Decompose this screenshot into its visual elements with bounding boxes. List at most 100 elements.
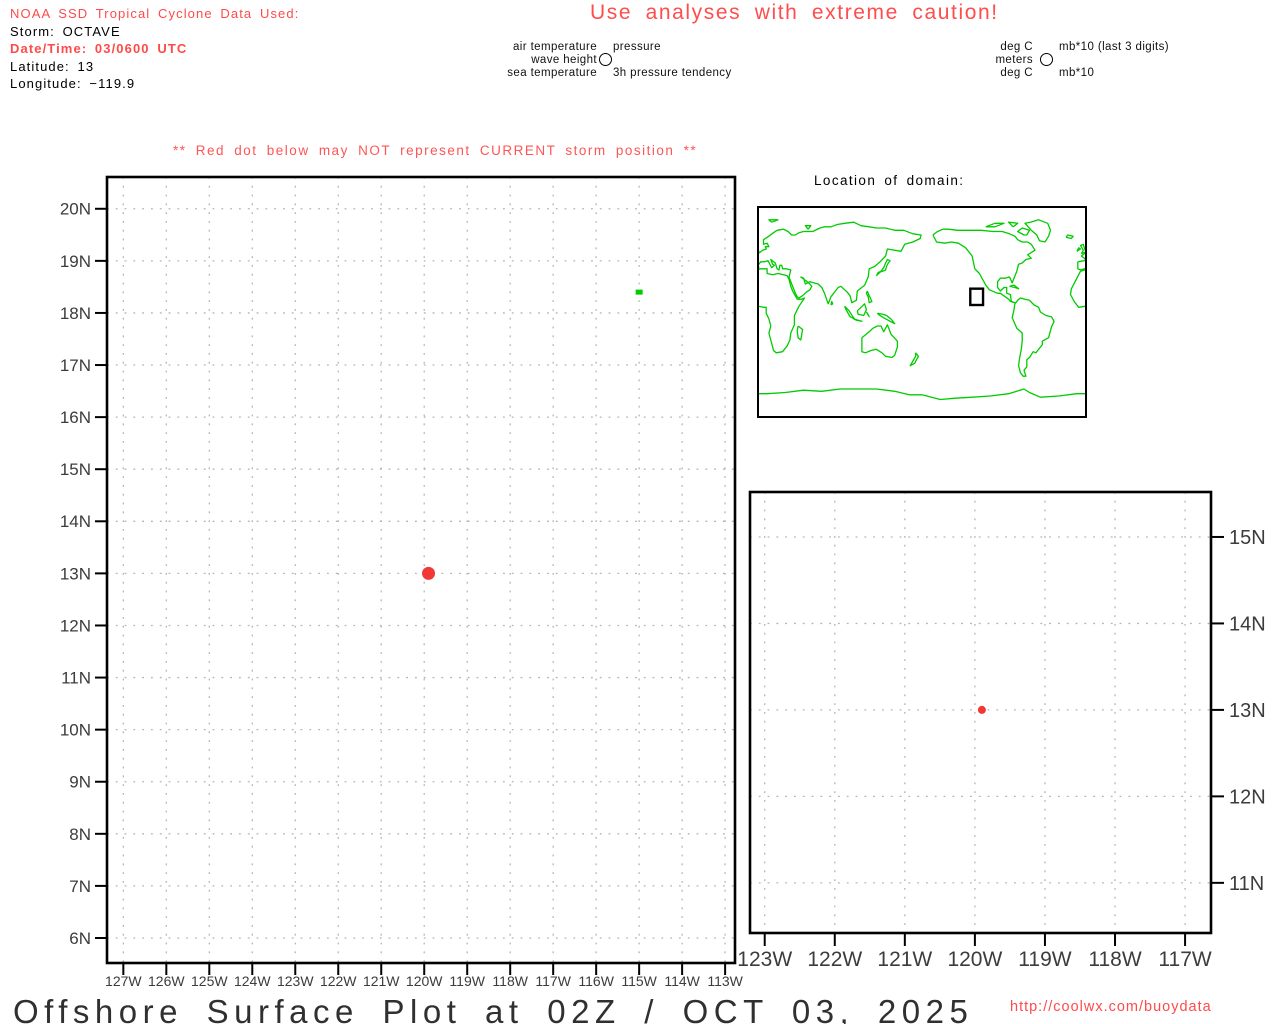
legend-row: deg C mb*10 (last 3 digits) (958, 40, 1169, 53)
coastline (768, 219, 779, 223)
x-axis-label: 117W (535, 973, 571, 989)
coastline (1017, 227, 1031, 236)
coastline (1009, 284, 1020, 290)
coastline (1011, 297, 1055, 377)
legend-row: deg C mb*10 (958, 66, 1169, 79)
legend-air-temperature: air temperature (513, 40, 597, 53)
legend-unit-meters: meters (995, 53, 1033, 66)
domain-location-box (969, 287, 985, 307)
coastline (1190, 325, 1226, 358)
coastline (1125, 326, 1130, 340)
coastline (856, 303, 868, 317)
coastline (1173, 306, 1183, 319)
legend-pressure: pressure (613, 40, 661, 53)
x-axis-label: 113W (707, 973, 743, 989)
y-axis-label: 12N (60, 616, 91, 635)
y-axis-label: 6N (69, 929, 91, 948)
storm-info-latitude: Latitude: 13 (10, 58, 95, 74)
storm-position-dot (977, 705, 986, 714)
x-axis-label: 123W (277, 973, 314, 989)
y-axis-label: 11N (61, 669, 91, 688)
world-map (605, 219, 1226, 401)
coastline (658, 223, 676, 227)
x-axis-label: 122W (807, 948, 862, 971)
legend-unit-mb10-digits: mb*10 (last 3 digits) (1059, 40, 1170, 53)
coastline (1069, 268, 1086, 308)
coastline (697, 220, 723, 242)
coastline (909, 352, 920, 367)
x-axis-label: 121W (877, 948, 932, 971)
x-axis-label: 122W (320, 973, 357, 989)
coastline (1077, 252, 1086, 271)
x-axis-label: 125W (191, 973, 228, 989)
coastline (830, 300, 834, 306)
coastline (682, 285, 691, 289)
x-axis-label: 118W (1088, 948, 1141, 971)
world-map-border (757, 206, 1087, 418)
coastline (875, 258, 891, 277)
map-inset-title: Location of domain: (814, 173, 965, 188)
x-axis-label: 115W (621, 973, 657, 989)
coastline (865, 311, 870, 318)
coastline (1159, 302, 1161, 306)
coastline (738, 235, 745, 239)
page-title: Offshore Surface Plot at 02Z / OCT 03, 2… (13, 993, 974, 1024)
x-axis-label: 119W (449, 973, 485, 989)
station-legend-units: deg C mb*10 (last 3 digits) meters deg C… (958, 40, 1169, 79)
y-axis-label: 18N (60, 304, 91, 323)
legend-unit-mb10: mb*10 (1059, 66, 1095, 79)
legend-sea-temperature: sea temperature (507, 66, 597, 79)
legend-unit-degc-bottom: deg C (1000, 66, 1033, 79)
storm-info-name: Storm: OCTAVE (10, 23, 121, 39)
coastline (1182, 319, 1190, 321)
storm-info-source: NOAA SSD Tropical Cyclone Data Used: (10, 6, 300, 21)
coastline (1097, 220, 1106, 222)
station-legend-parameters: air temperature pressure wave height sea… (467, 40, 732, 79)
legend-row: air temperature pressure (467, 40, 732, 53)
y-axis-label: 19N (60, 252, 91, 271)
coastline (1133, 226, 1138, 230)
y-axis-label: 14N (60, 512, 91, 531)
coastline (1194, 312, 1197, 317)
coastline (985, 222, 1005, 228)
coastline (749, 248, 753, 252)
storm-position-warning: ** Red dot below may NOT represent CURRE… (173, 143, 698, 158)
coastline (876, 312, 896, 325)
y-axis-label: 13N (1229, 700, 1266, 722)
y-axis-label: 17N (60, 356, 91, 375)
coastline (865, 290, 873, 304)
x-axis-label: 123W (737, 948, 792, 971)
coastline (861, 324, 899, 359)
coastline (758, 268, 806, 354)
x-axis-label: 120W (406, 973, 443, 989)
x-axis-label: 127W (105, 973, 142, 989)
coastline (684, 298, 726, 376)
coastline (605, 229, 707, 303)
y-axis-label: 8N (69, 825, 91, 844)
x-axis-label: 121W (363, 973, 400, 989)
coastline (1205, 313, 1222, 324)
storm-info-block: NOAA SSD Tropical Cyclone Data Used: Sto… (10, 5, 299, 93)
coastline (758, 221, 922, 305)
legend-unit-degc-top: deg C (1000, 40, 1033, 53)
station-circle-icon (1039, 53, 1053, 66)
y-axis-label: 20N (60, 200, 91, 219)
x-axis-label: 120W (947, 948, 1002, 971)
legend-spacer (597, 53, 613, 66)
coastline (1204, 260, 1218, 276)
coastline (796, 325, 804, 341)
storm-position-dot (422, 566, 436, 580)
x-axis-label: 124W (234, 973, 271, 989)
x-axis-label: 116W (578, 973, 614, 989)
y-axis-label: 7N (69, 877, 91, 896)
buoydata-link[interactable]: http://coolwx.com/buoydata (1010, 999, 1212, 1015)
y-axis-label: 10N (60, 721, 91, 740)
y-axis-label: 13N (60, 564, 91, 583)
x-axis-label: 117W (1158, 948, 1211, 971)
y-axis-label: 15N (60, 460, 91, 479)
y-axis-label: 15N (1229, 527, 1266, 549)
legend-spacer (1033, 53, 1059, 66)
x-axis-label: 119W (1018, 948, 1071, 971)
x-axis-label: 114W (664, 973, 700, 989)
x-axis-label: 126W (148, 973, 185, 989)
